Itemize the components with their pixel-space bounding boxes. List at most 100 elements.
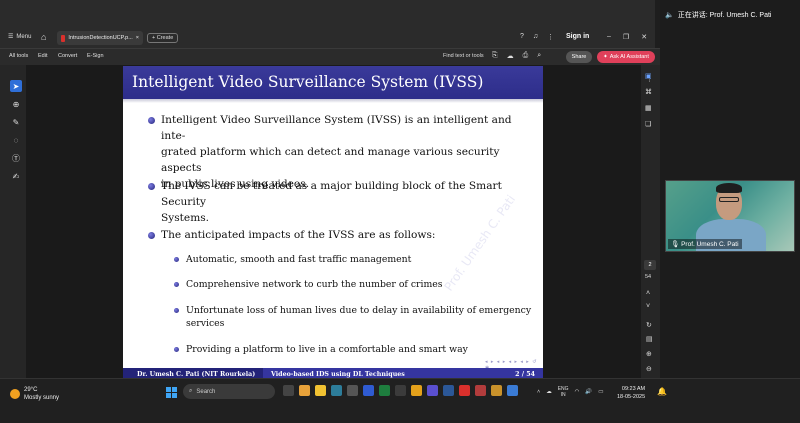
file-explorer-icon[interactable] bbox=[315, 385, 326, 396]
zoom-in-icon[interactable]: ⊕ bbox=[646, 350, 652, 358]
footer-title: Video-based IDS using DL Techniques bbox=[271, 371, 405, 378]
word-icon[interactable] bbox=[363, 385, 374, 396]
cloud-icon[interactable]: ☁ bbox=[507, 52, 514, 60]
pen-icon[interactable]: ✎ bbox=[10, 116, 22, 128]
terminal-icon[interactable] bbox=[395, 385, 406, 396]
speaker-icon: 🔈 bbox=[665, 12, 674, 19]
attachments-icon[interactable]: ❏ bbox=[645, 120, 652, 128]
page-number-input[interactable]: 2 bbox=[644, 260, 656, 270]
zoom-icon[interactable]: ⊕ bbox=[10, 98, 22, 110]
sub-bullet-3: Unfortunate loss of human lives due to d… bbox=[174, 304, 536, 330]
task-view-icon[interactable] bbox=[283, 385, 294, 396]
menu-button[interactable]: ☰ Menu bbox=[8, 33, 32, 41]
slide-title-bar: Intelligent Video Surveillance System (I… bbox=[123, 66, 543, 99]
bullet-2-line-2: Systems. bbox=[161, 212, 210, 224]
screen: ☰ Menu ⌂ IntrusionDetectionUCP.p... × + … bbox=[0, 0, 800, 423]
onedrive-icon[interactable]: ☁ bbox=[546, 389, 552, 395]
main-toolbar: All tools Edit Convert E-Sign Find text … bbox=[0, 48, 660, 65]
close-icon[interactable]: × bbox=[136, 35, 139, 41]
zoom-out-icon[interactable]: ⊖ bbox=[646, 365, 652, 373]
language-indicator[interactable]: ENG IN bbox=[558, 386, 569, 398]
participant-name-text: Prof. Umesh C. Pati bbox=[681, 241, 739, 248]
thumbnails-icon[interactable]: ▦ bbox=[645, 104, 652, 112]
sub-bullet-4-line-1: Providing a platform to live in a comfor… bbox=[186, 344, 468, 355]
slide-title: Intelligent Video Surveillance System (I… bbox=[132, 73, 484, 91]
bell-icon[interactable]: ♫ bbox=[533, 33, 538, 41]
find-text-button[interactable]: Find text or tools bbox=[443, 53, 484, 59]
volume-icon[interactable]: 🔊 bbox=[585, 389, 592, 395]
bullet-2-line-1: The IVSS can be treated as a major build… bbox=[161, 180, 502, 208]
copy-icon[interactable]: ⎘ bbox=[492, 52, 498, 60]
outlook-icon[interactable] bbox=[443, 385, 454, 396]
stamp-icon[interactable]: ✍ bbox=[10, 170, 22, 182]
notification-icon[interactable]: 🔔 bbox=[657, 387, 667, 396]
participant-video[interactable]: 🎙 Prof. Umesh C. Pati bbox=[665, 180, 795, 252]
maximize-icon[interactable]: ❐ bbox=[623, 33, 629, 41]
search-icon: ⌕ bbox=[189, 388, 193, 394]
bookmark-icon[interactable]: ⌘ bbox=[645, 88, 652, 96]
sub-bullet-2: Comprehensive network to curb the number… bbox=[174, 278, 536, 291]
search-icon[interactable]: ⌕ bbox=[537, 52, 541, 60]
sub-bullet-1: Automatic, smooth and fast traffic manag… bbox=[174, 253, 536, 266]
highlight-icon[interactable]: ◌ bbox=[10, 134, 22, 146]
share-button[interactable]: Share bbox=[566, 51, 592, 63]
bullet-dot bbox=[148, 183, 155, 190]
speaking-indicator: 🔈 正在讲话: Prof. Umesh C. Pati bbox=[665, 10, 771, 20]
hamburger-icon: ☰ bbox=[8, 34, 14, 40]
powerpoint-icon[interactable] bbox=[475, 385, 486, 396]
start-button[interactable] bbox=[166, 387, 177, 398]
page-icon[interactable]: ▤ bbox=[646, 335, 653, 343]
taskbar-search[interactable]: ⌕ Search bbox=[183, 384, 275, 399]
chevron-up-icon[interactable]: ˄ bbox=[537, 389, 540, 395]
minimize-icon[interactable]: – bbox=[607, 33, 611, 41]
print-icon[interactable]: ⎙ bbox=[523, 52, 529, 60]
all-tools-tab[interactable]: All tools bbox=[9, 53, 28, 59]
bullet-2: The IVSS can be treated as a major build… bbox=[148, 178, 536, 226]
acrobat-icon[interactable] bbox=[459, 385, 470, 396]
edit-tab[interactable]: Edit bbox=[38, 53, 47, 59]
comment-icon[interactable]: ▣ bbox=[645, 72, 652, 80]
title-icons: ? ♫ ⋮ bbox=[520, 33, 554, 41]
temperature: 29°C bbox=[24, 387, 38, 393]
close-window-icon[interactable]: ✕ bbox=[641, 33, 647, 41]
text-box-icon[interactable]: Ⓣ bbox=[10, 152, 22, 164]
esign-tab[interactable]: E-Sign bbox=[87, 53, 104, 59]
rotate-icon[interactable]: ↻ bbox=[646, 321, 652, 329]
create-button[interactable]: + Create bbox=[147, 33, 179, 43]
teams-icon[interactable] bbox=[427, 385, 438, 396]
windows-taskbar: 29°C Mostly sunny ⌕ Search ˄ ☁ ENG IN ◠ … bbox=[0, 378, 800, 423]
sub-bullet-3-line-1: Unfortunate loss of human lives due to d… bbox=[186, 305, 532, 316]
photos-icon[interactable] bbox=[347, 385, 358, 396]
pdf-page: Intelligent Video Surveillance System (I… bbox=[123, 66, 543, 382]
page-total: 54 bbox=[645, 274, 652, 280]
widgets-icon[interactable] bbox=[299, 385, 310, 396]
chrome-icon[interactable] bbox=[411, 385, 422, 396]
document-tab[interactable]: IntrusionDetectionUCP.p... × bbox=[57, 31, 143, 45]
edge-icon[interactable] bbox=[331, 385, 342, 396]
clock[interactable]: 09:23 AM 18-05-2025 bbox=[617, 385, 645, 401]
sparkle-icon: ✦ bbox=[603, 54, 608, 60]
window-controls: – ❐ ✕ bbox=[607, 33, 647, 41]
home-icon[interactable]: ⌂ bbox=[41, 32, 46, 42]
lang-bottom: IN bbox=[560, 392, 566, 398]
meeting-app-icon[interactable] bbox=[507, 385, 518, 396]
sub-bullet-1-line-1: Automatic, smooth and fast traffic manag… bbox=[186, 254, 412, 265]
search-placeholder: Search bbox=[196, 388, 216, 395]
chevron-up-icon[interactable]: ˄ bbox=[646, 290, 650, 297]
weather-widget[interactable]: 29°C Mostly sunny bbox=[10, 386, 59, 402]
wifi-icon[interactable]: ◠ bbox=[575, 389, 580, 395]
battery-icon[interactable]: ▭ bbox=[598, 389, 603, 395]
vlc-icon[interactable] bbox=[491, 385, 502, 396]
help-icon[interactable]: ? bbox=[520, 33, 524, 41]
ask-ai-button[interactable]: ✦ Ask AI Assistant bbox=[597, 51, 655, 63]
sun-icon bbox=[10, 389, 20, 399]
menu-label: Menu bbox=[16, 33, 32, 40]
select-cursor-icon[interactable]: ➤ bbox=[10, 80, 22, 92]
chevron-down-icon[interactable]: ˅ bbox=[646, 303, 650, 310]
mic-icon: 🎙 bbox=[671, 241, 680, 248]
excel-icon[interactable] bbox=[379, 385, 390, 396]
apps-icon[interactable]: ⋮ bbox=[547, 33, 554, 41]
convert-tab[interactable]: Convert bbox=[58, 53, 77, 59]
sign-in-button[interactable]: Sign in bbox=[566, 33, 589, 40]
system-tray: ˄ ☁ ENG IN ◠ 🔊 ▭ bbox=[537, 386, 603, 398]
